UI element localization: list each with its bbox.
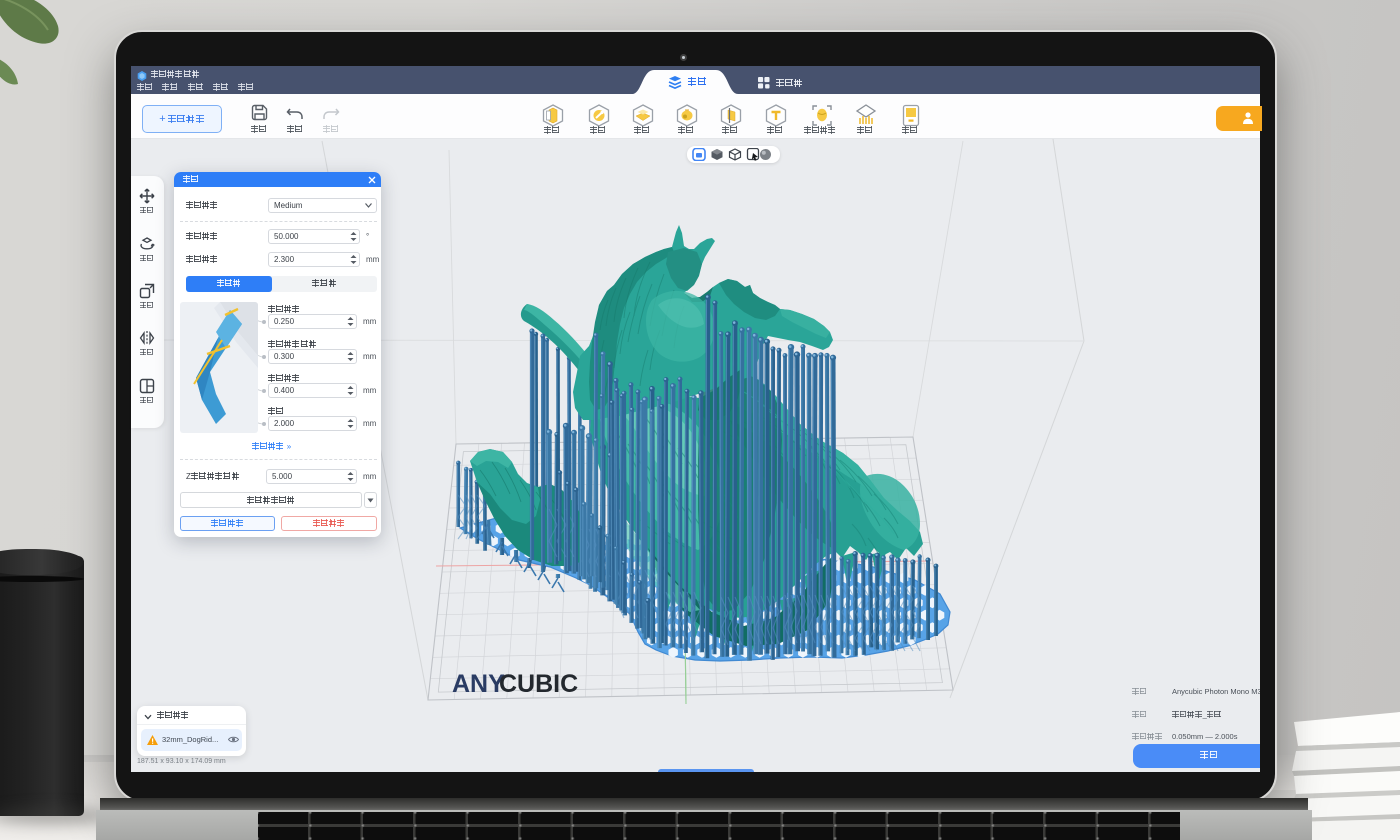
svg-text:ANY: ANY (452, 670, 505, 698)
svg-text:CUBIC: CUBIC (499, 670, 578, 698)
